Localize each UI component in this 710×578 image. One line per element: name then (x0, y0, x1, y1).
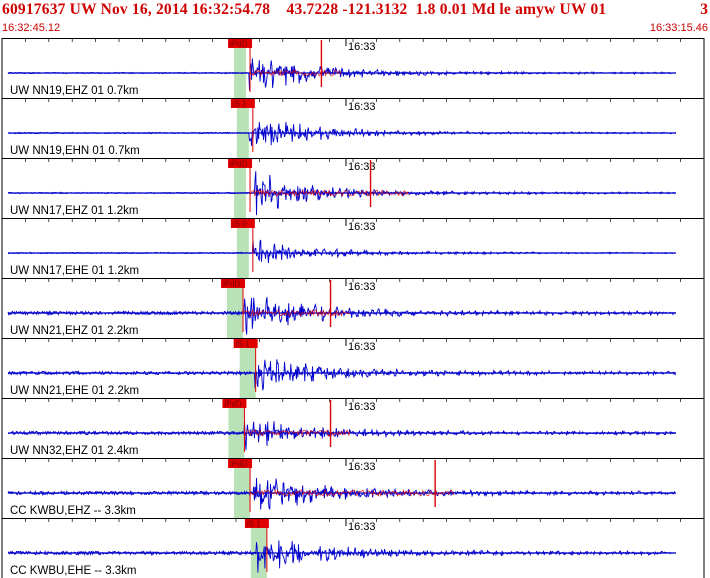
end-time: 16:33:15.46 (649, 22, 708, 34)
pick-flag-label: iPdD (230, 460, 248, 469)
pick-flag-label: iPdD (223, 280, 241, 289)
start-time: 16:32:45.12 (2, 22, 61, 34)
waveform (7, 121, 677, 147)
minute-tick-label: 16:33 (348, 521, 376, 533)
pick-flag-label: iS 1 (233, 100, 247, 109)
station-label: CC KWBU,EHE -- 3.3km (10, 565, 137, 577)
pick-flag-label: iPdD (230, 40, 248, 49)
station-label: UW NN17,EHZ 01 1.2km (10, 205, 138, 217)
event-header: 60917637 UW Nov 16, 2014 16:32:54.78 43.… (0, 0, 710, 38)
minute-tick-label: 16:33 (348, 41, 376, 53)
station-label: UW NN19,EHN 01 0.7km (10, 145, 140, 157)
page-number: 3 (700, 1, 708, 18)
pick-flag-label: iS 0 (233, 220, 247, 229)
waveform (7, 239, 676, 264)
station-label: UW NN21,EHZ 01 2.2km (10, 325, 138, 337)
minute-tick-label: 16:33 (348, 101, 376, 113)
station-label: UW NN19,EHZ 01 0.7km (10, 85, 138, 97)
minute-tick-label: 16:33 (348, 281, 376, 293)
event-title: 60917637 UW Nov 16, 2014 16:32:54.78 43.… (2, 1, 607, 18)
station-label: UW NN32,EHZ 01 2.4km (10, 445, 138, 457)
minute-tick-label: 16:33 (348, 341, 376, 353)
station-label: UW NN17,EHE 01 1.2km (10, 265, 139, 277)
minute-tick-label: 16:33 (348, 461, 376, 473)
minute-tick-label: 16:33 (348, 221, 376, 233)
pick-flag-label: iPdD (230, 160, 248, 169)
seismogram-traces[interactable]: 16:33 iPdD UW NN19,EHZ 01 0.7km 16:33 iS 1 UW… (0, 38, 710, 578)
pick-flag-label: iS 1 (236, 340, 250, 349)
pick-flag-label: iPdD (224, 400, 242, 409)
minute-tick-label: 16:33 (348, 401, 376, 413)
station-label: CC KWBU,EHZ -- 3.3km (10, 505, 136, 517)
pick-flag-label: iS 1 (247, 520, 261, 529)
station-label: UW NN21,EHE 01 2.2km (10, 385, 139, 397)
minute-tick-label: 16:33 (348, 161, 376, 173)
